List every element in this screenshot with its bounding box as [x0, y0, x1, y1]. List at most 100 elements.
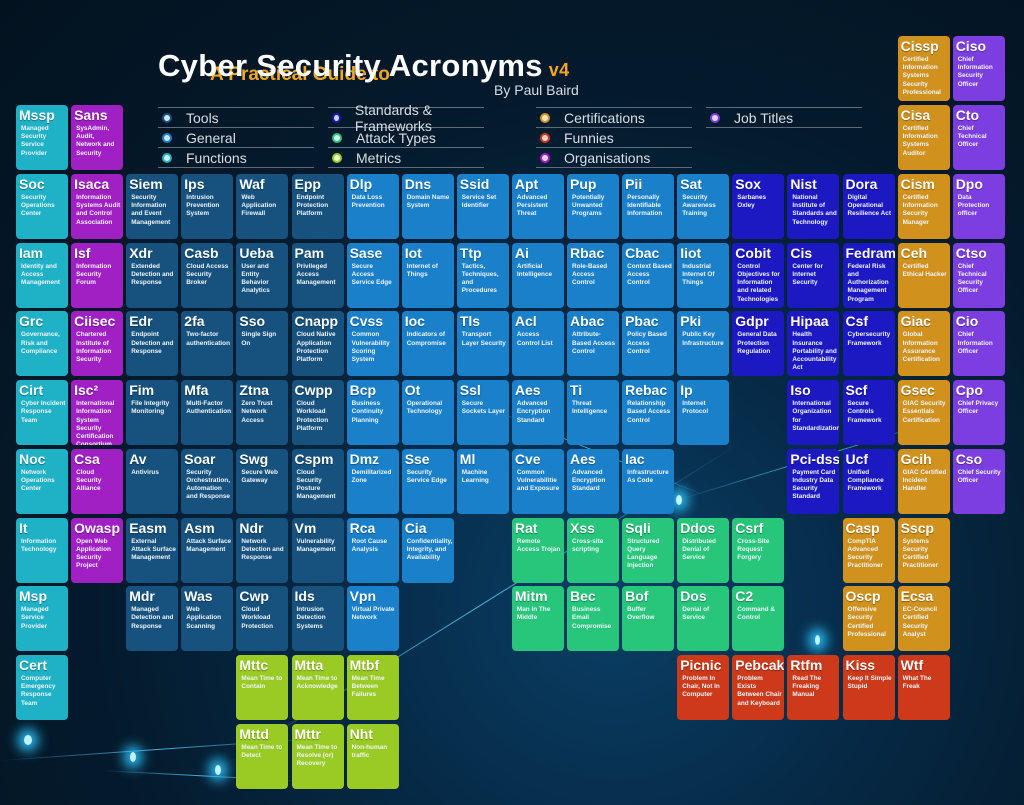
acronym-abbr: Dmz: [349, 450, 380, 467]
acronym-abbr: Apt: [514, 176, 539, 192]
acronym-definition: Chartered Institute of Information Secur…: [76, 331, 112, 363]
acronym-definition: Network Detection and Response: [241, 537, 284, 561]
acronym-tile-vpn: Vpn Virtual Private Network: [346, 586, 399, 652]
acronym-tile-cert: Cert Computer Emergency Response Team: [16, 654, 68, 720]
acronym-abbr: Wtf: [900, 656, 924, 673]
acronym-abbr: Grc: [19, 313, 44, 330]
acronym-definition: Common Vulnerability Scoring System: [351, 331, 390, 363]
acronym-abbr: Ndr: [239, 519, 264, 536]
acronym-abbr: Cism: [900, 176, 935, 192]
acronym-tile-cnapp: Cnapp Cloud Native Application Protection…: [291, 311, 344, 377]
acronym-tile-2fa: 2fa Two-factor authentication: [181, 311, 234, 377]
acronym-tile-cissp: Cissp Certified Information Systems Secur…: [897, 36, 950, 101]
acronym-abbr: Ztna: [239, 382, 269, 399]
acronym-tile-iiot: Iiot Industrial Internet Of Things: [677, 242, 730, 308]
acronym-tile-sat: Sat Security Awareness Training: [677, 174, 730, 239]
acronym-tile-asm: Asm Attack Surface Management: [181, 517, 234, 583]
acronym-abbr: Ot: [404, 382, 421, 399]
legend-label: Funnies: [564, 129, 614, 146]
acronym-tile-cwpp: Cwpp Cloud Workload Protection Platform: [291, 380, 344, 446]
acronym-definition: Governance, Risk and Compliance: [21, 331, 60, 355]
acronym-definition: Unified Compliance Framework: [847, 468, 884, 493]
acronym-definition: Chief Privacy Officer: [957, 400, 999, 416]
acronym-tile-soar: Soar Security Orchestration, Automation a…: [181, 448, 234, 514]
acronym-definition: Infrastructure As Code: [627, 468, 669, 484]
acronym-abbr: Iac: [625, 450, 645, 467]
general-dot-icon: [162, 132, 172, 143]
acronym-definition: Identity and Access Management: [21, 262, 61, 287]
acronym-definition: Payment Card Industry Data Security Stan…: [792, 468, 836, 501]
legend-item-jobs: Job Titles: [706, 107, 862, 128]
acronym-abbr: Csf: [845, 313, 869, 330]
acronym-definition: International Information System Securit…: [76, 400, 115, 446]
acronym-definition: Web Application Firewall: [241, 194, 277, 218]
acronym-tile-gdpr: Gdpr General Data Protection Regulation: [732, 311, 785, 377]
acronym-abbr: Aes: [570, 450, 596, 467]
acronym-tile-dns: Dns Domain Name System: [401, 174, 454, 239]
acronym-abbr: Sat: [680, 176, 702, 192]
acronym-tile-kiss: Kiss Keep It Simple Stupid: [842, 654, 895, 720]
legend-column: Standards & Frameworks Attack Types Metr…: [328, 102, 484, 168]
acronym-definition: Business Continuity Planning: [351, 400, 384, 424]
acronym-definition: Certified Information Systems Auditor: [902, 125, 938, 157]
acronym-definition: Root Cause Analysis: [351, 537, 388, 553]
acronym-definition: Non-human traffic: [351, 743, 388, 759]
acronym-definition: Open Web Application Security Project: [76, 537, 111, 570]
acronym-abbr: Iot: [404, 244, 422, 261]
acronym-definition: Privileged Access Management: [296, 262, 336, 287]
acronym-tile-dora: Dora Digital Operational Resilience Act: [842, 174, 895, 239]
acronym-definition: Buffer Overflow: [627, 606, 655, 622]
functions-dot-icon: [162, 152, 172, 163]
acronym-definition: Man In The Middle: [516, 606, 551, 622]
acronym-abbr: Abac: [570, 313, 605, 330]
title-text: Cyber Security Acronyms: [158, 48, 543, 83]
legend-label: Organisations: [564, 149, 651, 166]
acronym-definition: Domain Name System: [406, 194, 450, 210]
acronym-definition: Operational Technology: [406, 400, 443, 416]
acronym-abbr: 2fa: [184, 313, 205, 330]
acronym-abbr: Rbac: [570, 244, 605, 261]
acronym-abbr: Mttr: [294, 725, 321, 742]
acronym-tile-ceh: Ceh Certified Ethical Hacker: [897, 242, 950, 308]
acronym-abbr: Iso: [790, 382, 811, 399]
acronym-tile-noc: Noc Network Operations Center: [16, 448, 68, 514]
acronym-tile-ai: Ai Artificial Intelligence: [511, 242, 564, 308]
acronym-definition: Cross-site scripting: [572, 537, 604, 553]
acronym-definition: Antivirus: [131, 468, 159, 476]
acronym-definition: Advanced Encryption Standard: [572, 468, 606, 493]
light-node: [676, 495, 682, 505]
acronym-abbr: Sox: [735, 176, 761, 192]
light-node: [24, 735, 32, 745]
acronym-abbr: Vpn: [349, 588, 377, 605]
acronym-definition: Mean Time to Contain: [241, 674, 283, 691]
acronym-definition: Attack Surface Management: [186, 537, 232, 553]
acronym-tile-ips: Ips Intrusion Prevention System: [181, 174, 234, 239]
light-node: [815, 635, 820, 645]
acronym-abbr: Iam: [19, 244, 44, 261]
acronym-definition: Control Objectives for Information and r…: [737, 262, 780, 303]
acronym-tile-cisa: Cisa Certified Information Systems Audito…: [897, 105, 950, 170]
acronym-tile-fim: Fim File Integrity Monitoring: [126, 380, 179, 446]
acronym-definition: Managed Security Service Provider: [21, 125, 49, 157]
acronym-tile-rtfm: Rtfm Read The Freaking Manual: [787, 654, 840, 720]
acronym-tile-mfa: Mfa Multi-Factor Authentication: [181, 380, 234, 446]
acronym-tile-isaca: Isaca Information Systems Audit and Contr…: [71, 174, 124, 239]
acronym-tile-rca: Rca Root Cause Analysis: [346, 517, 399, 583]
acronym-definition: Cloud Security Alliance: [76, 468, 102, 493]
acronym-tile-cism: Cism Certified Information Security Manag…: [897, 174, 950, 239]
acronym-tile-sans: Sans SysAdmin, Audit, Network and Securit…: [71, 105, 124, 170]
funnies-dot-icon: [540, 132, 550, 143]
acronym-definition: Vulnerability Management: [296, 537, 336, 553]
acronym-definition: Offensive Security Certified Professiona…: [847, 606, 886, 638]
acronym-definition: Secure Sockets Layer: [461, 400, 506, 416]
acronym-abbr: Pebcak: [735, 656, 785, 673]
acronym-abbr: Av: [129, 450, 147, 467]
acronym-tile-sscp: Sscp Systems Security Certified Practitio…: [897, 517, 950, 583]
acronym-definition: Advanced Encryption Standard: [516, 400, 551, 424]
acronym-tile-iot: Iot Internet of Things: [401, 242, 454, 308]
acronym-abbr: Cpo: [955, 382, 983, 399]
acronym-abbr: Ips: [184, 176, 205, 192]
acronym-abbr: Ttp: [459, 244, 482, 261]
acronym-tile-c2: C2 Command & Control: [732, 586, 785, 652]
acronym-definition: Internet of Things: [406, 262, 438, 278]
